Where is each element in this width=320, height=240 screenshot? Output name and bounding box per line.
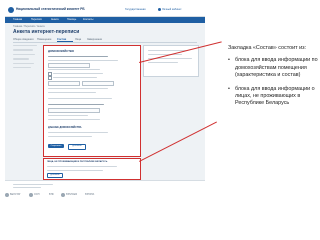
- tab-general[interactable]: Общие сведения: [13, 38, 34, 41]
- top-link-state[interactable]: Государственная: [125, 8, 146, 11]
- tab-composition[interactable]: Состав: [57, 38, 66, 41]
- partner-logo-4: ЮНИСЕФ: [66, 193, 77, 196]
- tab-finish[interactable]: Завершение: [87, 38, 102, 41]
- household-field-4[interactable]: [48, 108, 100, 113]
- household-data-subtitle: ДАННЫЕ ДОМОХОЗЯЙСТВА: [48, 126, 82, 129]
- tab-persons[interactable]: Лица: [75, 38, 81, 41]
- nav-item-contacts[interactable]: Контакты: [83, 18, 93, 21]
- add-household-button[interactable]: Добавить: [68, 144, 86, 150]
- household-block: ДОМОХОЗЯЙСТВО ДАННЫЕ ДОМОХОЗЯЙСТВА Сохра…: [43, 45, 141, 157]
- logo-icon: [8, 7, 14, 13]
- top-link-account[interactable]: Личный кабинет: [162, 8, 182, 11]
- site-title: Национальный статистический комитет РБ: [16, 7, 85, 11]
- persons-abroad-block: ЛИЦА, НЕ ПРОЖИВАЮЩИЕ В РЕСПУБЛИКЕ БЕЛАРУ…: [43, 158, 141, 180]
- partner-logo-icon: [61, 193, 65, 197]
- nav-item-form[interactable]: Анкета: [51, 18, 59, 21]
- nav-item-home[interactable]: Главная: [13, 18, 22, 21]
- annotation: Закладка «Состав» состоит из: • блока дл…: [228, 45, 318, 115]
- bullet-icon: •: [228, 86, 230, 93]
- partner-logo-2: ООН: [34, 193, 40, 196]
- annotation-list: • блока для ввода информации по домохозя…: [228, 57, 318, 107]
- household-field-2[interactable]: [48, 81, 80, 86]
- partner-logo-5: ЮНФПА: [85, 193, 95, 196]
- partner-logos: БЕЛСТАТ ООН БТФ ЮНИСЕФ ЮНФПА: [5, 190, 205, 200]
- household-field-3[interactable]: [82, 81, 114, 86]
- bullet-icon: •: [228, 57, 230, 64]
- left-column: [13, 45, 39, 71]
- user-icon: [158, 8, 161, 11]
- breadcrumb[interactable]: Главная / Переписи / Анкета: [13, 25, 45, 28]
- persons-abroad-title: ЛИЦА, НЕ ПРОЖИВАЮЩИЕ В РЕСПУБЛИКЕ БЕЛАРУ…: [47, 161, 108, 163]
- partner-logo-icon: [29, 193, 33, 197]
- nav-item-census[interactable]: Переписи: [31, 18, 42, 21]
- active-tab-indicator: [57, 41, 73, 43]
- partner-logo-icon: [5, 193, 9, 197]
- checkbox-2[interactable]: [48, 76, 53, 81]
- partner-logo-1: БЕЛСТАТ: [10, 193, 21, 196]
- page-title: Анкета интернет-переписи: [13, 29, 80, 35]
- annotation-item: • блока для ввода информации по домохозя…: [228, 57, 318, 78]
- form-tabs: Общие сведения Помещение Состав Лица Зав…: [13, 37, 197, 43]
- save-button[interactable]: Сохранить: [48, 144, 64, 148]
- page-footer: [5, 180, 205, 190]
- add-person-button[interactable]: Добавить: [47, 173, 63, 179]
- partner-logo-3: БТФ: [49, 193, 54, 196]
- annotation-title: Закладка «Состав» состоит из:: [228, 45, 307, 51]
- annotation-item: • блока для ввода информации о лицах, не…: [228, 86, 315, 107]
- nav-item-help[interactable]: Помощь: [67, 18, 76, 21]
- household-field-1[interactable]: [48, 63, 90, 68]
- app-screenshot: Национальный статистический комитет РБ Г…: [5, 5, 205, 190]
- main-nav: Главная Переписи Анкета Помощь Контакты: [5, 17, 205, 23]
- top-bar: Национальный статистический комитет РБ Г…: [5, 5, 205, 17]
- household-block-title: ДОМОХОЗЯЙСТВО: [48, 49, 75, 53]
- tab-premises[interactable]: Помещение: [37, 38, 51, 41]
